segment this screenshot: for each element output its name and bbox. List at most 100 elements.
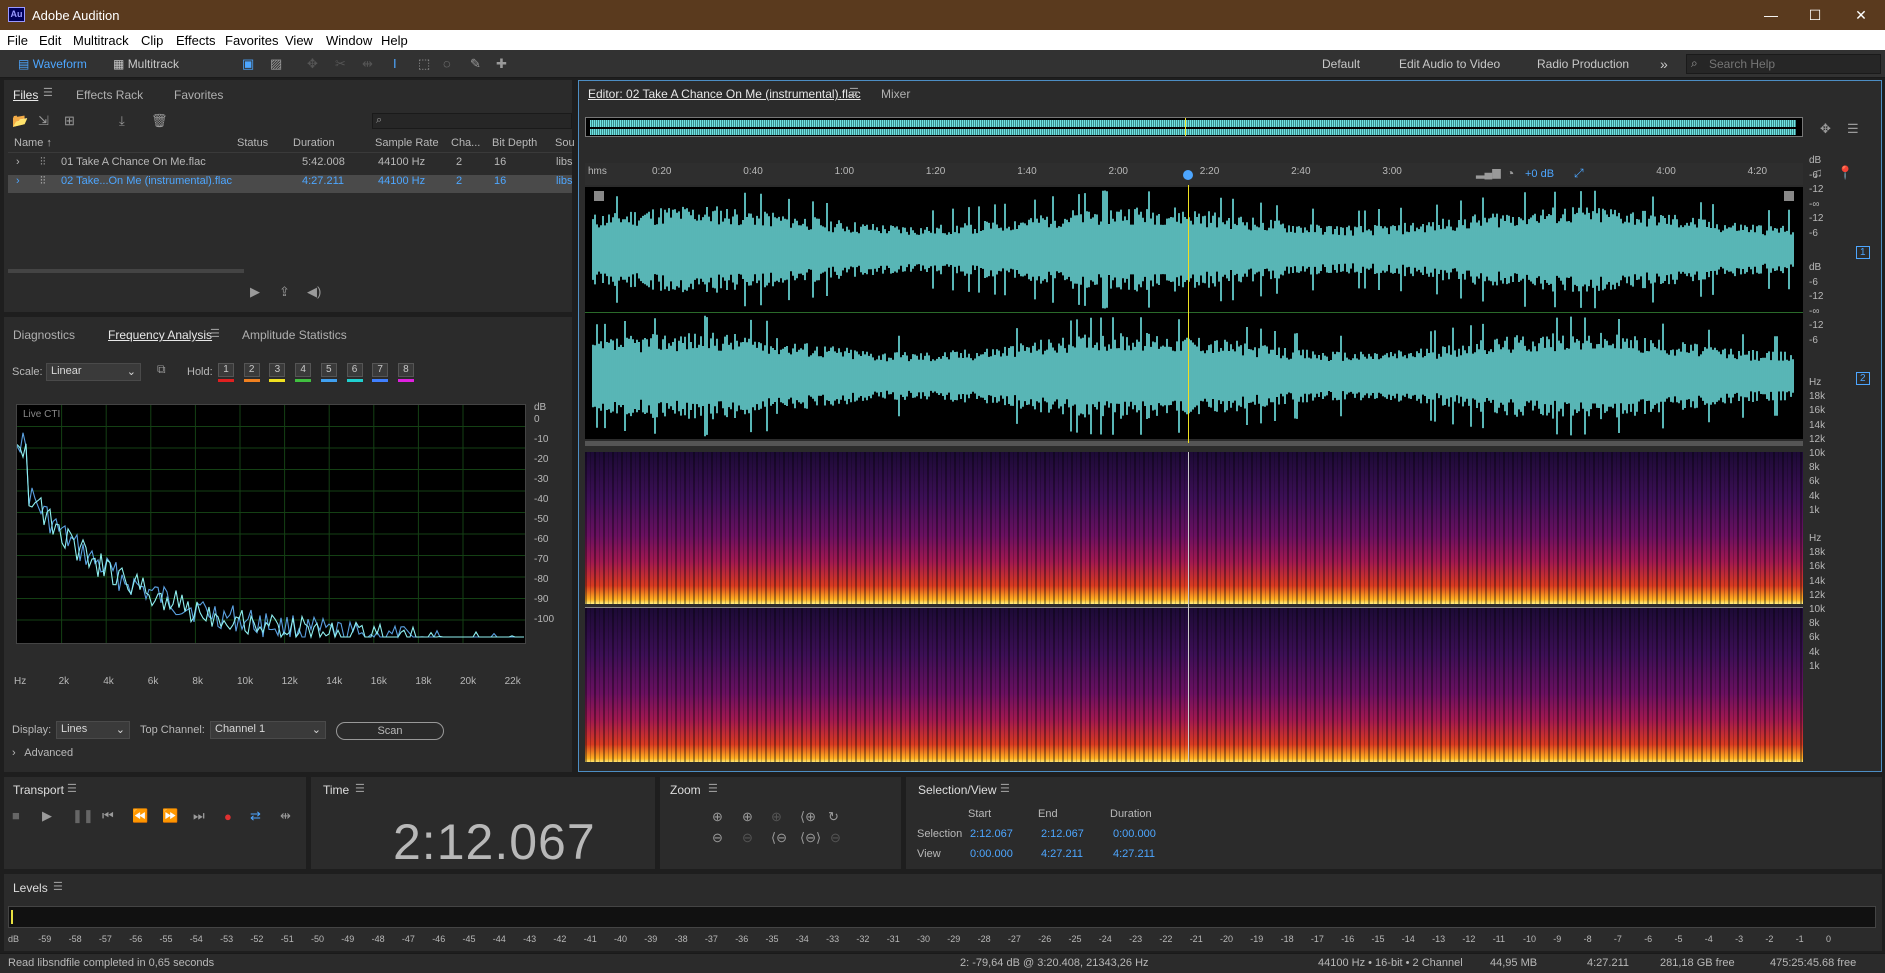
zoom-navigator-icon[interactable]: ✥ <box>1820 121 1831 137</box>
panel-menu-icon[interactable]: ☰ <box>1000 782 1010 795</box>
waveform-view-button[interactable]: ▤ Waveform <box>18 54 102 74</box>
files-search-input[interactable]: ⌕ <box>372 113 572 129</box>
hold-button-1[interactable]: 1 <box>218 363 234 377</box>
waveform-channel-2[interactable] <box>585 313 1803 439</box>
spot-healing-tool-icon[interactable]: ✚ <box>496 54 507 74</box>
scale-select[interactable]: Linear ⌄ <box>46 363 141 381</box>
menu-multitrack[interactable]: Multitrack <box>73 33 129 48</box>
hold-button-5[interactable]: 5 <box>320 363 337 377</box>
expand-icon[interactable]: › <box>16 156 20 168</box>
spectral-display-icon[interactable]: ▣ <box>242 54 254 74</box>
new-file-icon[interactable]: ⊞ <box>64 113 75 129</box>
table-row[interactable]: › ⫶⫶ 02 Take...On Me (instrumental).flac… <box>8 175 573 193</box>
panel-menu-icon[interactable]: ☰ <box>53 880 63 893</box>
move-tool-icon[interactable]: ✥ <box>307 54 318 74</box>
view-splitter[interactable] <box>585 441 1803 446</box>
loop-preview-icon[interactable]: ⇪ <box>279 284 290 300</box>
horizontal-scrollbar[interactable] <box>8 269 244 273</box>
import-file-icon[interactable]: ⇲ <box>38 113 49 129</box>
tab-files[interactable]: Files <box>13 88 38 102</box>
col-status[interactable]: Status <box>237 137 268 149</box>
minimize-button[interactable]: — <box>1748 0 1794 30</box>
view-duration[interactable]: 4:27.211 <box>1113 848 1155 860</box>
panel-menu-icon[interactable]: ☰ <box>210 327 220 340</box>
col-channels[interactable]: Cha... <box>451 137 480 149</box>
zoom-in-amplitude-icon[interactable]: ⊕ <box>712 809 723 825</box>
search-help-input[interactable] <box>1709 56 1877 72</box>
panel-menu-icon[interactable]: ☰ <box>355 782 365 795</box>
tab-favorites[interactable]: Favorites <box>174 88 223 102</box>
zoom-out-time-icon[interactable]: ⊖ <box>742 830 753 846</box>
delete-file-icon[interactable]: 🗑 <box>151 113 168 129</box>
menu-view[interactable]: View <box>285 33 313 48</box>
col-duration[interactable]: Duration <box>293 137 335 149</box>
go-to-start-icon[interactable]: ⏮ <box>102 808 114 824</box>
spectrogram-channel-2[interactable] <box>585 607 1803 762</box>
play-icon[interactable]: ▶ <box>42 808 52 824</box>
zoom-out-amplitude-icon[interactable]: ⊖ <box>712 830 723 846</box>
menu-help[interactable]: Help <box>381 33 408 48</box>
hold-button-3[interactable]: 3 <box>269 363 286 377</box>
top-channel-select[interactable]: Channel 1 ⌄ <box>210 721 326 739</box>
panel-menu-icon[interactable]: ☰ <box>43 86 53 99</box>
selection-end[interactable]: 2:12.067 <box>1041 828 1084 840</box>
tab-effects-rack[interactable]: Effects Rack <box>76 88 143 102</box>
menu-clip[interactable]: Clip <box>141 33 163 48</box>
col-name[interactable]: Name ↑ <box>14 137 52 149</box>
zoom-out-full-icon[interactable]: ⊖ <box>830 830 841 846</box>
zoom-full-icon[interactable]: ⟨⊖⟩ <box>800 830 821 846</box>
tab-amplitude-statistics[interactable]: Amplitude Statistics <box>242 328 347 342</box>
selection-duration[interactable]: 0:00.000 <box>1113 828 1156 840</box>
playhead-handle[interactable] <box>1183 170 1194 180</box>
workspace-radio-production[interactable]: Radio Production <box>1537 54 1629 74</box>
menu-favorites[interactable]: Favorites <box>225 33 278 48</box>
panel-menu-icon[interactable]: ☰ <box>708 782 718 795</box>
volume-value[interactable]: +0 dB <box>1525 168 1554 180</box>
display-select[interactable]: Lines ⌄ <box>56 721 130 739</box>
loop-playback-icon[interactable]: ⇄ <box>250 808 261 824</box>
tab-mixer[interactable]: Mixer <box>881 87 910 101</box>
table-row[interactable]: › ⫶⫶ 01 Take A Chance On Me.flac 5:42.00… <box>8 156 573 174</box>
fade-out-handle-icon[interactable] <box>1784 191 1794 201</box>
col-bit-depth[interactable]: Bit Depth <box>492 137 537 149</box>
zoom-in-point-icon[interactable]: ⊕ <box>771 809 782 825</box>
zoom-in-time-icon[interactable]: ⊕ <box>742 809 753 825</box>
workspace-default[interactable]: Default <box>1322 54 1360 74</box>
frame-toggle-icon[interactable]: ⧉ <box>157 362 166 377</box>
razor-tool-icon[interactable]: ✂ <box>335 54 346 74</box>
fast-forward-icon[interactable]: ⏩ <box>162 808 178 824</box>
volume-knob-icon[interactable]: ◔ <box>1506 165 1514 181</box>
marquee-tool-icon[interactable]: ⬚ <box>418 54 430 74</box>
waveform-channel-1[interactable] <box>585 187 1803 313</box>
slip-tool-icon[interactable]: ⇹ <box>362 54 373 74</box>
fade-in-handle-icon[interactable] <box>594 191 604 201</box>
overview-bar[interactable] <box>585 117 1803 137</box>
channel-1-toggle[interactable]: 1 <box>1856 246 1870 259</box>
spectrogram-channel-1[interactable] <box>585 452 1803 604</box>
zoom-in-out-icon[interactable]: ⟨⊕ <box>800 809 816 825</box>
workspace-edit-audio-to-video[interactable]: Edit Audio to Video <box>1399 54 1500 74</box>
menu-effects[interactable]: Effects <box>176 33 216 48</box>
stop-icon[interactable]: ■ <box>12 808 20 823</box>
rewind-icon[interactable]: ⏪ <box>132 808 148 824</box>
hold-button-2[interactable]: 2 <box>243 363 260 377</box>
menu-window[interactable]: Window <box>326 33 372 48</box>
tab-editor[interactable]: Editor: 02 Take A Chance On Me (instrume… <box>588 87 861 101</box>
tab-diagnostics[interactable]: Diagnostics <box>13 328 75 342</box>
channel-2-toggle[interactable]: 2 <box>1856 372 1870 385</box>
panel-menu-icon[interactable]: ☰ <box>849 86 859 99</box>
insert-into-multitrack-icon[interactable]: ⤓ <box>119 113 125 129</box>
skip-selection-icon[interactable]: ⇹ <box>280 808 291 824</box>
marker-icon[interactable]: 📍 <box>1837 165 1853 181</box>
lasso-tool-icon[interactable]: ◌ <box>443 54 451 74</box>
time-ruler[interactable]: hms 0:20 0:40 1:00 1:20 1:40 2:00 2:20 2:40 3:00… <box>585 163 1803 185</box>
view-end[interactable]: 4:27.211 <box>1041 848 1083 860</box>
panel-menu-icon[interactable]: ☰ <box>67 782 77 795</box>
autoplay-icon[interactable]: ◀) <box>307 284 321 300</box>
expand-icon[interactable]: › <box>16 175 20 187</box>
go-to-end-icon[interactable]: ⏭ <box>193 808 205 824</box>
selection-start[interactable]: 2:12.067 <box>970 828 1013 840</box>
pin-hud-icon[interactable]: ⤢ <box>1574 166 1584 181</box>
record-icon[interactable]: ● <box>224 809 232 824</box>
scan-button[interactable]: Scan <box>336 722 444 740</box>
